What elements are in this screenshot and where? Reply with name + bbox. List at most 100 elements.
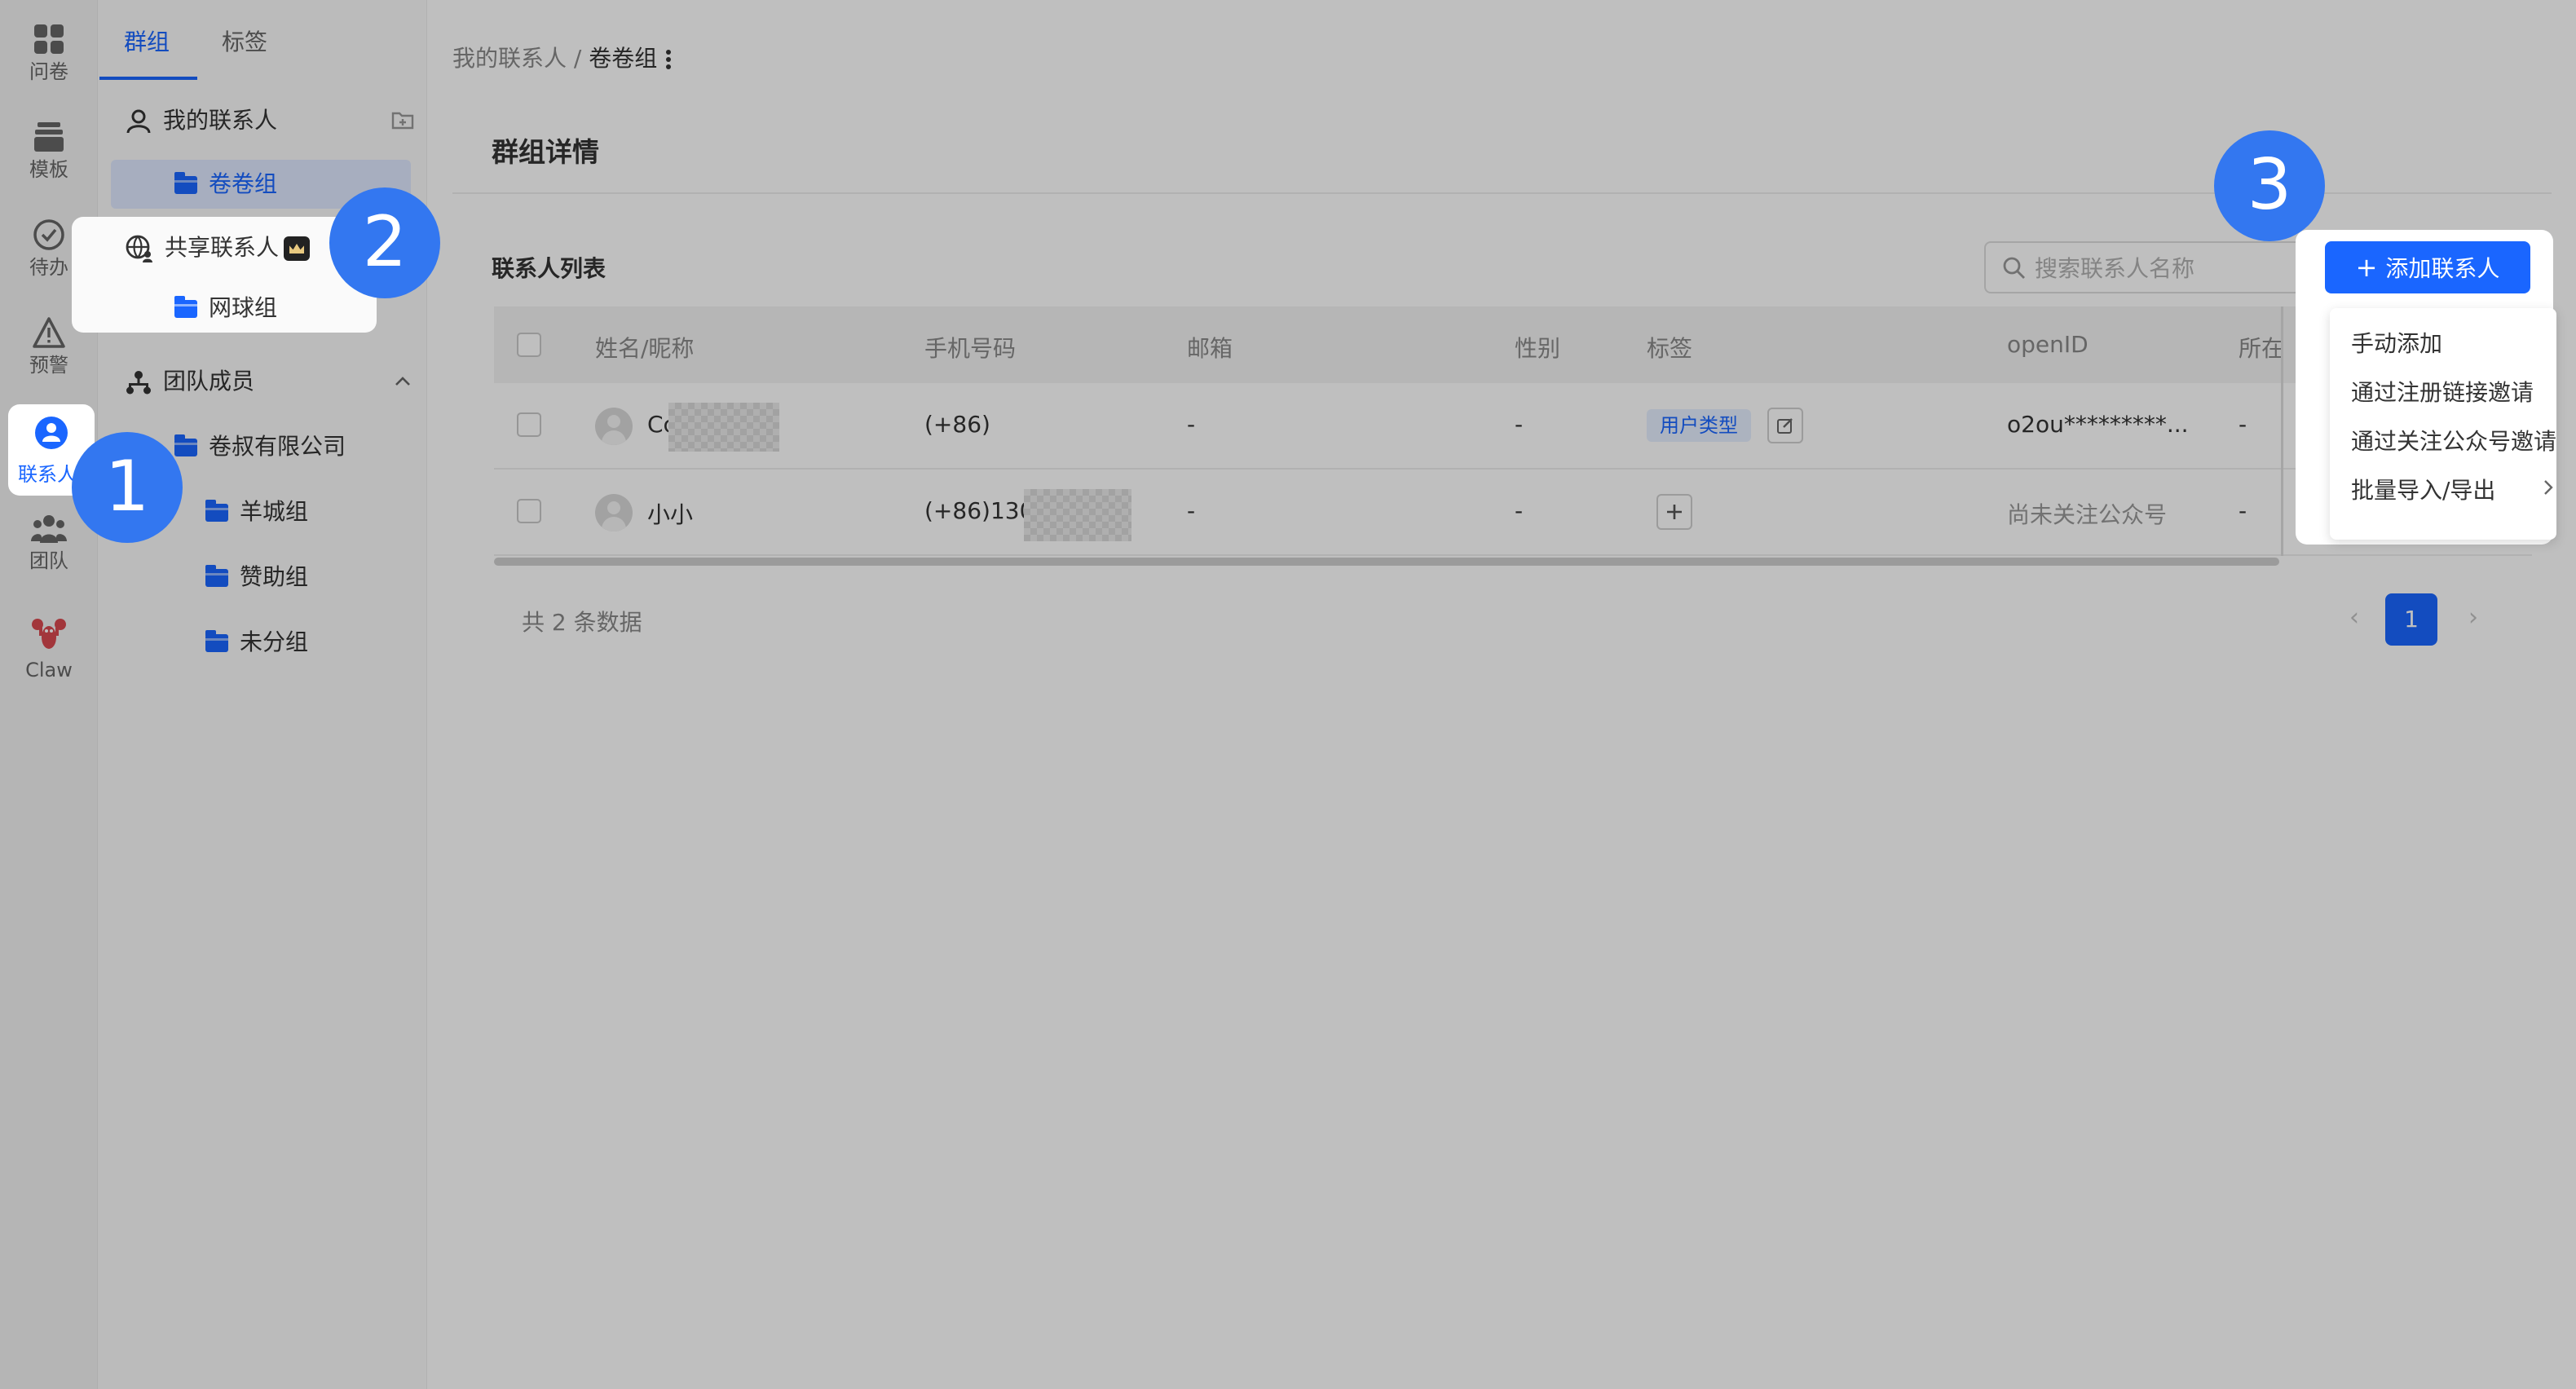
nav-team[interactable]: 团队 xyxy=(0,512,98,602)
nav-survey[interactable]: 问卷 xyxy=(0,23,98,112)
add-tag-button[interactable] xyxy=(1656,494,1692,530)
search-input[interactable] xyxy=(2035,253,2296,284)
add-contact-button[interactable]: + 添加联系人 xyxy=(2325,241,2530,293)
crown-icon xyxy=(284,236,311,261)
cell-name: 小小 xyxy=(647,501,694,528)
row-checkbox[interactable] xyxy=(517,412,541,437)
add-contact-dropdown: 手动添加 通过注册链接邀请 通过关注公众号邀请 批量导入/导出 xyxy=(2330,308,2556,540)
team-icon xyxy=(31,515,67,543)
cell-phone: (+86) xyxy=(924,411,990,438)
menu-invite-register-link[interactable]: 通过注册链接邀请 xyxy=(2351,375,2534,408)
tab-tags[interactable]: 标签 xyxy=(222,24,267,57)
col-email[interactable]: 邮箱 xyxy=(1187,331,1233,364)
menu-invite-follow-account[interactable]: 通过关注公众号邀请 xyxy=(2351,424,2556,456)
lobster-icon xyxy=(32,619,66,649)
nav-template[interactable]: 模板 xyxy=(0,121,98,210)
col-openid[interactable]: openID xyxy=(2007,331,2089,358)
menu-batch-import-export[interactable]: 批量导入/导出 xyxy=(2351,473,2495,505)
contact-search-box[interactable] xyxy=(1984,241,2310,293)
tree-subgroup[interactable]: 未分组 xyxy=(205,618,308,667)
avatar xyxy=(595,408,633,445)
select-all-checkbox[interactable] xyxy=(517,333,541,357)
horizontal-scrollbar[interactable] xyxy=(494,558,2279,566)
nav-claw[interactable]: Claw xyxy=(0,616,98,706)
chevron-right-icon xyxy=(2544,480,2553,495)
row-checkbox[interactable] xyxy=(517,499,541,523)
tree-my-group[interactable]: 卷卷组 xyxy=(174,160,277,209)
redacted-mosaic xyxy=(1024,489,1131,541)
tree-shared-contacts[interactable]: 共享联系人 xyxy=(126,223,311,272)
table-row: 小小 (+86)130 - - 尚未关注公众号 - 编 xyxy=(494,470,2532,556)
tree-my-contacts-label: 我的联系人 xyxy=(163,107,278,134)
tree-subgroup-label: 赞助组 xyxy=(240,563,309,590)
nav-claw-label: Claw xyxy=(25,659,73,681)
pagination-next[interactable]: › xyxy=(2455,600,2491,636)
add-contact-label: 添加联系人 xyxy=(2385,255,2500,282)
page-title: 群组详情 xyxy=(492,136,599,168)
cell-gender: - xyxy=(1515,411,1524,438)
folder-icon xyxy=(205,630,228,652)
nav-contacts-label: 联系人 xyxy=(18,463,77,486)
tree-team-members[interactable]: 团队成员 xyxy=(126,357,411,406)
cell-openid: 尚未关注公众号 xyxy=(2007,501,2168,528)
tree-shared-group-label: 网球组 xyxy=(209,294,278,321)
tree-subgroup[interactable]: 赞助组 xyxy=(205,553,308,602)
nav-team-label: 团队 xyxy=(29,549,68,572)
col-name[interactable]: 姓名/昵称 xyxy=(595,331,694,364)
grid-icon xyxy=(34,24,64,54)
warning-icon xyxy=(33,317,65,348)
chevron-up-icon[interactable] xyxy=(395,377,411,386)
tab-groups[interactable]: 群组 xyxy=(124,24,170,57)
avatar xyxy=(595,494,633,531)
tree-my-group-label: 卷卷组 xyxy=(209,170,278,197)
breadcrumb-separator: / xyxy=(573,45,582,72)
plus-icon xyxy=(1667,505,1682,519)
edit-icon xyxy=(1777,418,1793,434)
col-gender[interactable]: 性别 xyxy=(1515,331,1560,364)
person-icon xyxy=(126,109,151,134)
cell-email: - xyxy=(1187,411,1196,438)
contact-icon xyxy=(35,417,68,449)
cell-gender: - xyxy=(1515,497,1524,524)
cell-email: - xyxy=(1187,497,1196,524)
add-folder-icon[interactable] xyxy=(391,109,414,130)
cell-location: - xyxy=(2239,411,2247,438)
pagination-page[interactable]: 1 xyxy=(2385,593,2437,646)
tree-shared-contacts-label: 共享联系人 xyxy=(165,234,280,261)
active-tab-indicator xyxy=(99,77,197,80)
step-badge-1: 1 xyxy=(72,432,183,543)
tree-subgroup-label: 未分组 xyxy=(240,628,309,655)
tree-subgroup[interactable]: 羊城组 xyxy=(205,487,308,536)
redacted-mosaic xyxy=(668,403,779,452)
tree-team-members-label: 团队成员 xyxy=(163,368,255,395)
breadcrumb-root[interactable]: 我的联系人 xyxy=(452,45,567,72)
breadcrumb-current: 卷卷组 xyxy=(589,45,658,72)
cell-openid: o2ou*********... xyxy=(2007,411,2189,438)
step-badge-2: 2 xyxy=(329,187,440,298)
folder-icon xyxy=(205,565,228,587)
col-tags[interactable]: 标签 xyxy=(1647,331,1692,364)
search-icon xyxy=(2003,257,2025,279)
stack-icon xyxy=(34,122,64,152)
plus-icon: + xyxy=(2355,252,2378,283)
tree-my-contacts[interactable]: 我的联系人 xyxy=(126,96,414,145)
folder-icon xyxy=(174,434,197,456)
nav-alert-label: 预警 xyxy=(29,354,68,377)
tag-badge: 用户类型 xyxy=(1647,409,1751,442)
col-location[interactable]: 所在 xyxy=(2239,331,2284,364)
menu-manual-add[interactable]: 手动添加 xyxy=(2351,326,2442,359)
col-phone[interactable]: 手机号码 xyxy=(924,331,1016,364)
breadcrumb: 我的联系人 / 卷卷组 xyxy=(452,41,673,73)
nav-survey-label: 问卷 xyxy=(29,60,68,83)
folder-icon xyxy=(174,296,197,318)
more-vertical-icon[interactable] xyxy=(664,47,673,72)
app-nav-rail: 问卷 模板 待办 预警 团队 Claw xyxy=(0,0,98,1389)
nav-template-label: 模板 xyxy=(29,158,68,181)
edit-tag-button[interactable] xyxy=(1767,408,1803,443)
pagination-prev[interactable]: ‹ xyxy=(2336,600,2372,636)
org-tree-icon xyxy=(126,371,151,395)
tree-shared-group[interactable]: 网球组 xyxy=(174,284,277,333)
fixed-column-shadow xyxy=(2281,306,2283,556)
tree-subgroup-label: 羊城组 xyxy=(240,498,309,525)
tree-company[interactable]: 卷叔有限公司 xyxy=(174,422,346,471)
